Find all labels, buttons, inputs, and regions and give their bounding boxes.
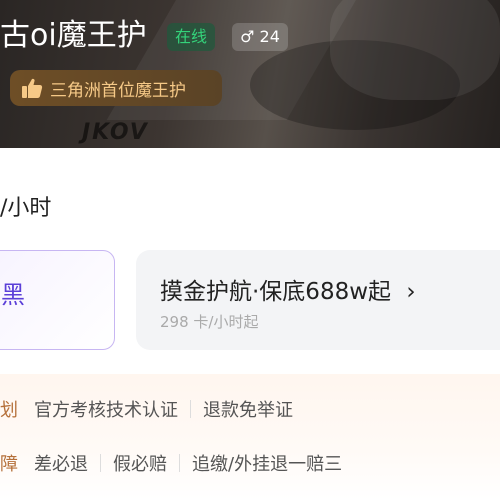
service-option-label: 黑 [1, 281, 25, 309]
service-option-price: 298 卡/小时起 [160, 313, 259, 331]
guarantee-row-label: 障 [0, 454, 18, 475]
divider [190, 400, 191, 418]
profile-header: JKOV 古oi魔王护 在线 ♂ 24 三角洲首位魔王护 [0, 0, 500, 148]
background-graphic-text: JKOV [82, 120, 149, 145]
guarantee-item: 官方考核技术认证 [34, 400, 178, 421]
player-name: 古oi魔王护 [0, 18, 147, 53]
chevron-right-icon: › [406, 279, 416, 305]
honor-title-badge: 三角洲首位魔王护 [10, 70, 222, 106]
guarantee-item: 假必赔 [113, 454, 167, 475]
honor-title-text: 三角洲首位魔王护 [50, 80, 186, 101]
guarantee-panel [0, 374, 500, 500]
price-unit-text: /小时 [0, 196, 52, 221]
guarantee-item: 退款免举证 [203, 400, 293, 421]
gender-age-badge: ♂ 24 [232, 23, 288, 51]
guarantee-row: 划 官方考核技术认证 退款免举证 [0, 394, 293, 424]
service-option-card-escort[interactable]: 摸金护航·保底688w起 › 298 卡/小时起 [136, 250, 500, 350]
service-option-title-text: 摸金护航·保底688w起 [160, 279, 392, 305]
guarantee-item: 追缴/外挂退一赔三 [192, 454, 343, 475]
service-option-title: 摸金护航·保底688w起 › [160, 272, 416, 306]
guarantee-row: 障 差必退 假必赔 追缴/外挂退一赔三 [0, 448, 342, 478]
thumbs-up-icon [22, 78, 43, 98]
service-option-card-selected[interactable]: 黑 [0, 250, 115, 350]
divider [179, 454, 180, 472]
background-shape [330, 0, 500, 100]
divider [100, 454, 101, 472]
service-detail-page: JKOV 古oi魔王护 在线 ♂ 24 三角洲首位魔王护 /小时 黑 摸金护航·… [0, 0, 500, 500]
guarantee-item: 差必退 [34, 454, 88, 475]
guarantee-row-label: 划 [0, 400, 18, 421]
online-status-badge: 在线 [167, 23, 216, 51]
